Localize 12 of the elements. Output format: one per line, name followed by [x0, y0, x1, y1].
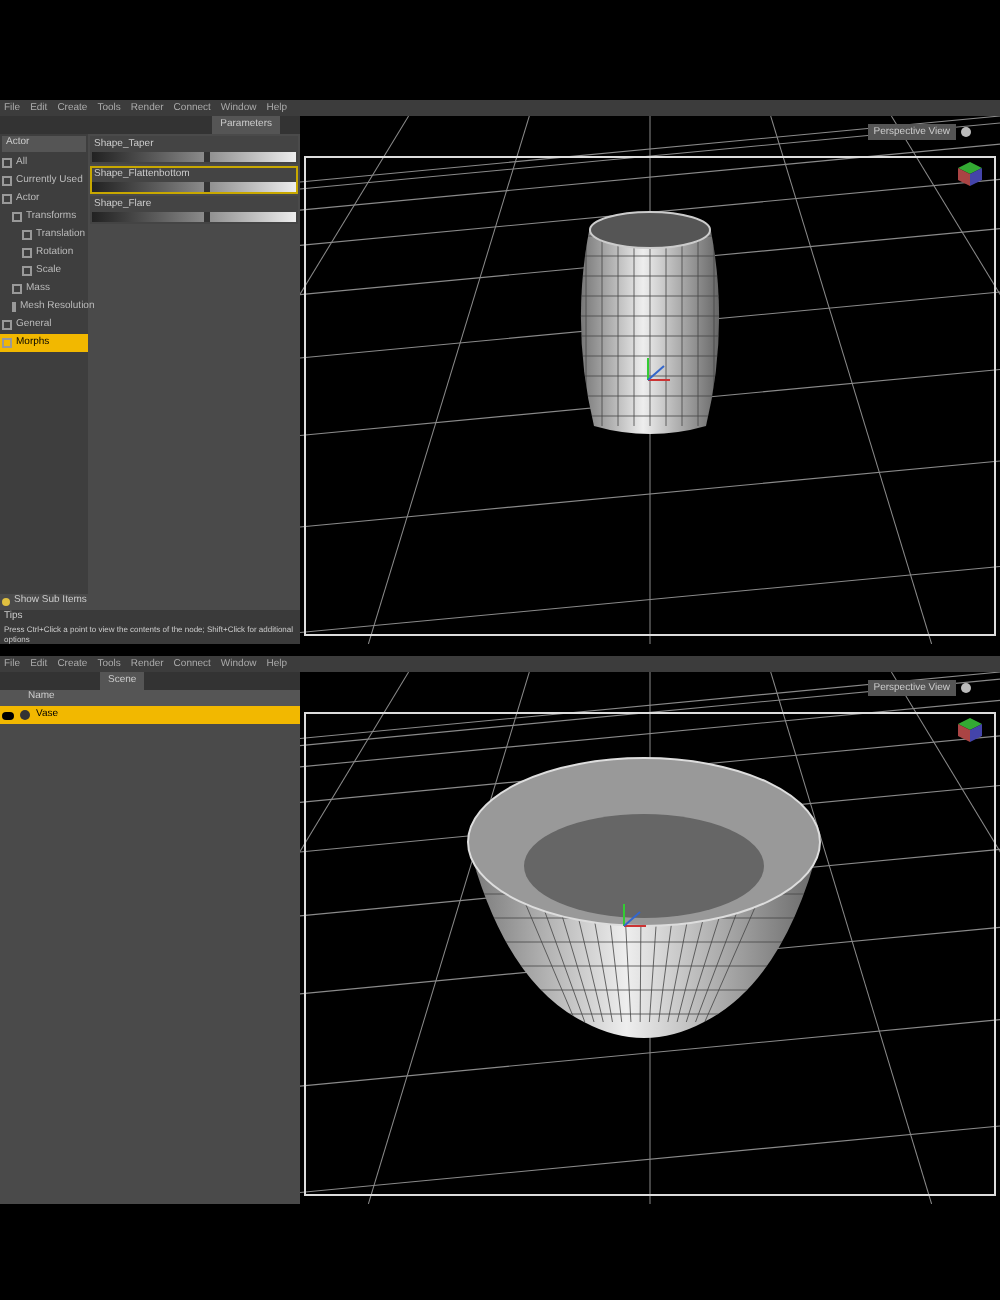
eye-icon[interactable]: [2, 711, 14, 719]
slider-track[interactable]: [92, 182, 296, 192]
gear-icon[interactable]: [960, 126, 972, 138]
slider-track[interactable]: [92, 152, 296, 162]
gear-icon[interactable]: [960, 682, 972, 694]
slider-thumb[interactable]: [204, 182, 211, 192]
object-icon: [20, 710, 30, 720]
slider-thumb[interactable]: [204, 152, 211, 162]
slider-thumb[interactable]: [204, 212, 211, 222]
slider-track[interactable]: [92, 212, 296, 222]
view-cube-icon[interactable]: [956, 160, 984, 188]
view-cube-icon[interactable]: [956, 716, 984, 744]
